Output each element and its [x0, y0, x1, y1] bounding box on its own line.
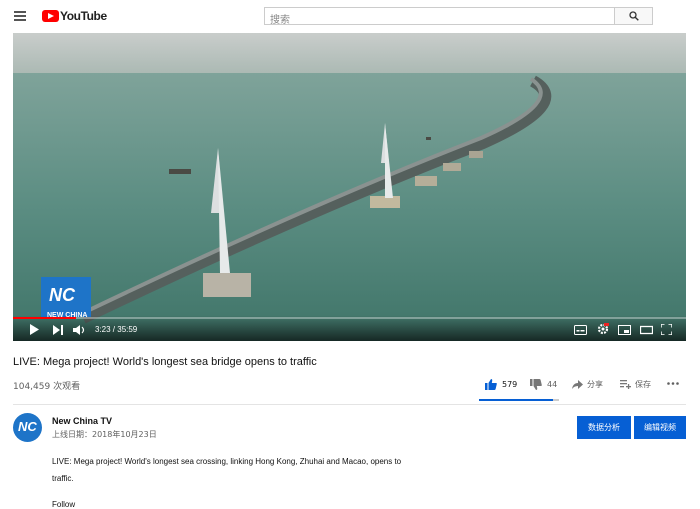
- more-actions-button[interactable]: [667, 382, 679, 385]
- play-icon[interactable]: [29, 324, 39, 335]
- view-count: 104,459 次观看: [13, 382, 81, 392]
- save-button[interactable]: 保存: [620, 379, 651, 390]
- search-input[interactable]: 搜索: [264, 7, 615, 26]
- new-china-watermark-logo: [41, 277, 91, 317]
- thumbs-down-icon: [530, 379, 542, 390]
- video-frame-bridge: [13, 33, 686, 341]
- share-button[interactable]: 分享: [572, 379, 603, 390]
- save-label: 保存: [635, 380, 651, 389]
- subtitles-icon[interactable]: [574, 325, 587, 335]
- top-bar: YouTube 搜索: [0, 0, 700, 32]
- edit-video-button[interactable]: 编辑视频: [634, 416, 686, 439]
- youtube-logo[interactable]: YouTube: [42, 9, 107, 23]
- upload-date: 上线日期：2018年10月23日: [52, 430, 157, 439]
- divider: [13, 404, 686, 405]
- channel-name[interactable]: New China TV: [52, 416, 112, 426]
- progress-fill: [13, 317, 77, 319]
- progress-bar[interactable]: [13, 317, 686, 319]
- like-dislike-ratio-bar: [479, 399, 559, 401]
- playlist-add-icon: [620, 380, 631, 389]
- miniplayer-icon[interactable]: [618, 325, 631, 335]
- search-button[interactable]: [614, 7, 653, 25]
- share-label: 分享: [587, 380, 603, 389]
- share-icon: [572, 380, 583, 389]
- dislike-count: 44: [547, 380, 558, 389]
- like-button[interactable]: 579: [485, 379, 517, 390]
- logo-text: YouTube: [60, 9, 107, 23]
- like-count: 579: [502, 380, 518, 389]
- fullscreen-icon[interactable]: [661, 324, 672, 335]
- channel-avatar[interactable]: NC: [13, 413, 42, 442]
- volume-icon[interactable]: [73, 325, 85, 335]
- time-display: 3:23 / 35:59: [95, 325, 138, 334]
- dislike-button[interactable]: 44: [530, 379, 557, 390]
- description-line: traffic.: [52, 474, 74, 483]
- video-title: LIVE: Mega project! World's longest sea …: [13, 356, 317, 368]
- more-horizontal-icon: [667, 382, 679, 385]
- video-description: LIVE: Mega project! World's longest sea …: [52, 453, 432, 487]
- thumbs-up-icon: [485, 379, 497, 390]
- like-ratio-fill: [479, 399, 554, 401]
- next-icon[interactable]: [53, 325, 63, 335]
- player-controls: 3:23 / 35:59: [13, 315, 686, 341]
- youtube-play-logo-icon: [42, 10, 59, 22]
- description-line: LIVE: Mega project! World's longest sea …: [52, 457, 402, 466]
- analytics-button[interactable]: 数据分析: [577, 416, 631, 439]
- video-player[interactable]: NEW CHINA 3:23 / 35:59: [13, 33, 686, 341]
- settings-gear-icon[interactable]: [597, 323, 609, 335]
- search-icon: [629, 11, 639, 21]
- hamburger-menu-icon[interactable]: [14, 11, 26, 21]
- theater-mode-icon[interactable]: [640, 325, 653, 335]
